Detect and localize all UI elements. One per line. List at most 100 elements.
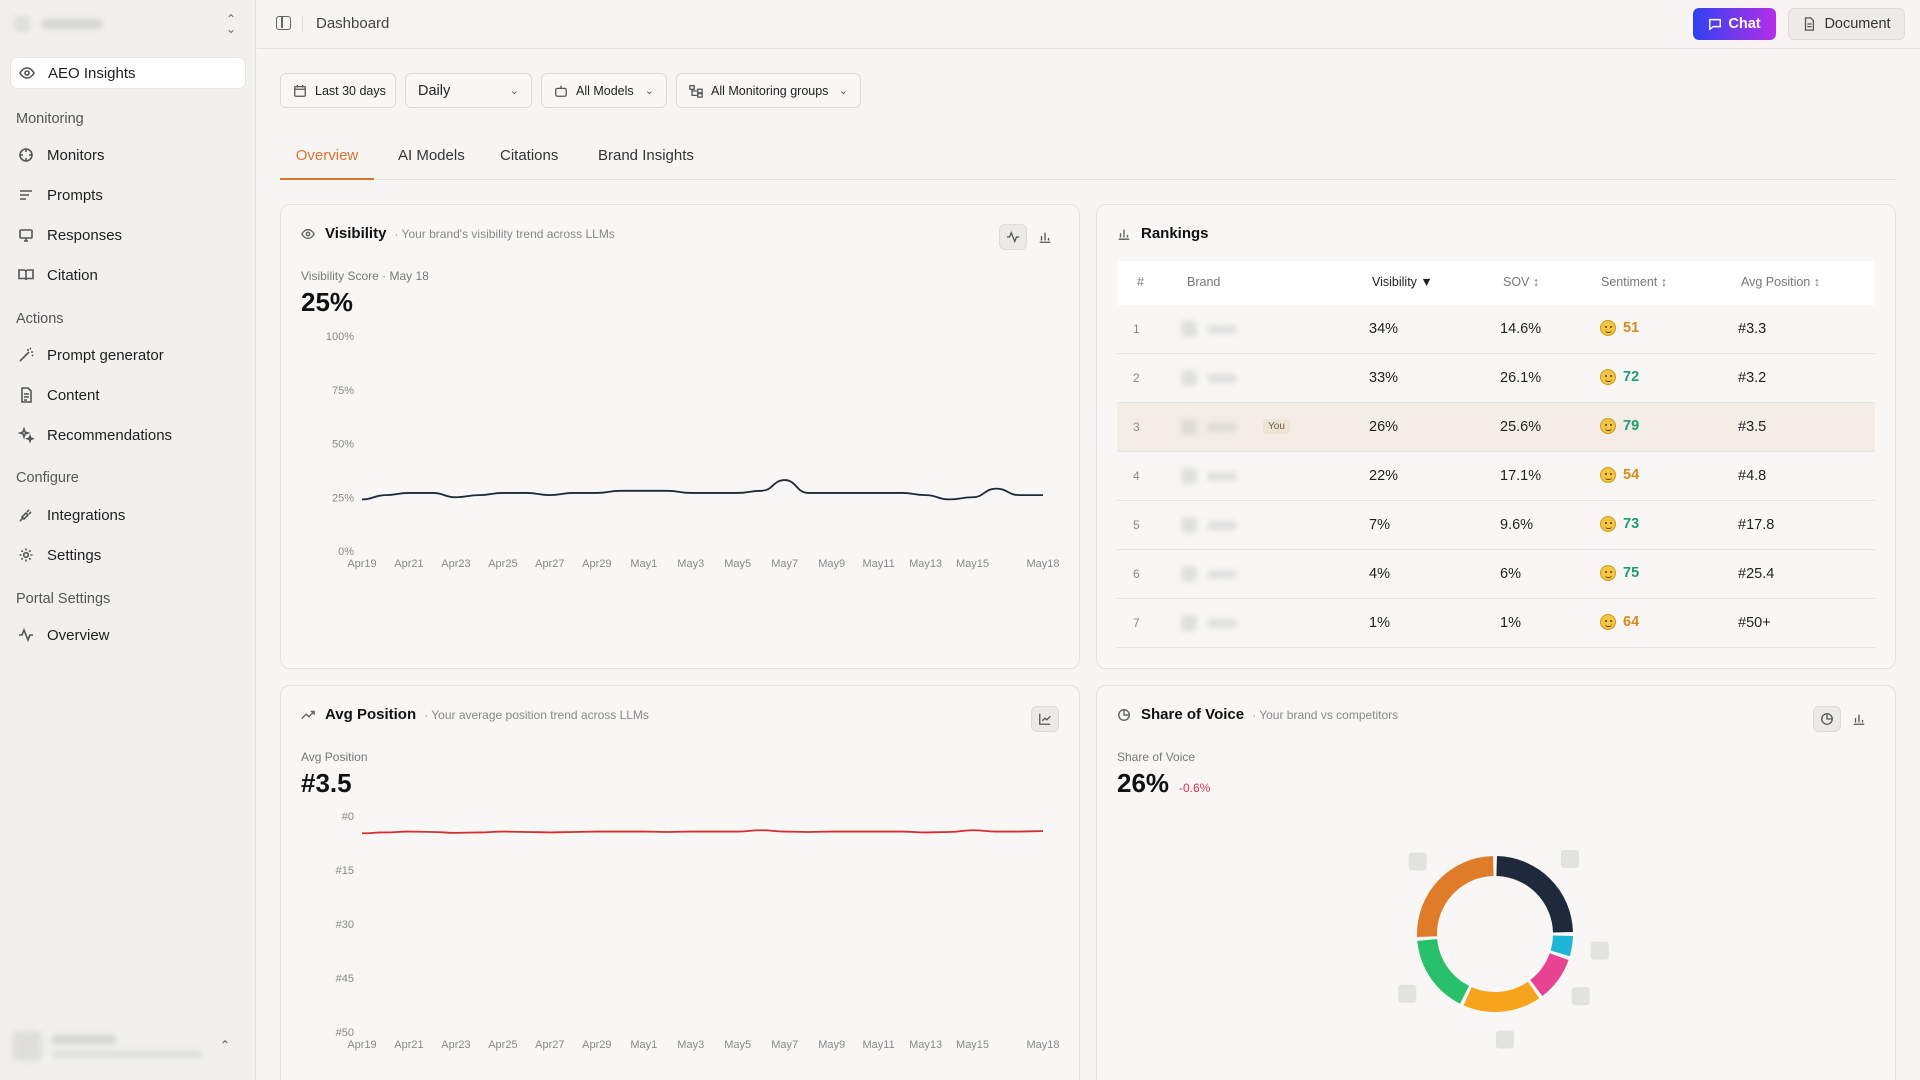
sidebar-item-responses[interactable]: Responses [10, 219, 246, 251]
avg-position-cell: #3.3 [1738, 321, 1767, 337]
brand-logo-placeholder [1571, 987, 1590, 1006]
column-header-sov[interactable]: SOV ↕ [1503, 275, 1539, 289]
donut-slice [1550, 935, 1573, 957]
divider [302, 16, 303, 32]
brand-name [1207, 569, 1237, 579]
table-row[interactable]: 6 4% 6% 75 #25.4 [1117, 550, 1875, 599]
brand-name [1207, 373, 1237, 383]
table-row[interactable]: 2 33% 26.1% 72 #3.2 [1117, 354, 1875, 403]
brand-logo-placeholder [1408, 852, 1427, 871]
tab-ai-models[interactable]: AI Models [398, 147, 465, 180]
donut-slice [1530, 953, 1569, 996]
brand-name [1207, 422, 1237, 432]
series-line [361, 829, 1044, 835]
visibility-cell: 33% [1369, 370, 1399, 386]
chat-button[interactable]: Chat [1693, 8, 1776, 40]
document-button[interactable]: Document [1788, 8, 1905, 40]
sidebar-item-label: Overview [47, 626, 110, 644]
visibility-line-chart: 100% 75% 50% 25% 0%Apr19 Apr21 Apr23 Apr25 Apr27… [326, 331, 1060, 570]
rank-cell: 4 [1133, 469, 1140, 483]
sidebar-section-title: Configure [16, 470, 79, 486]
column-header-avg-position[interactable]: Avg Position ↕ [1741, 275, 1820, 289]
donut-slice [1417, 939, 1470, 1004]
models-filter[interactable]: All Models ⌄ [541, 73, 667, 108]
avg-position-cell: #4.8 [1738, 468, 1767, 484]
x-tick-label: Apr25 [488, 1039, 517, 1051]
tab-brand-insights[interactable]: Brand Insights [598, 147, 694, 180]
sidebar-item-prompt-generator[interactable]: Prompt generator [10, 339, 246, 371]
chevron-up-icon[interactable]: ⌃ [220, 1038, 230, 1052]
x-tick-label: May1 [630, 558, 657, 570]
table-row[interactable]: 3 You 26% 25.6% 79 #3.5 [1117, 403, 1875, 452]
sidebar-item-label: AEO Insights [48, 64, 136, 82]
smiley-icon [1600, 418, 1616, 434]
sidebar-item-label: Prompt generator [47, 346, 164, 364]
sidebar-item-prompts[interactable]: Prompts [10, 179, 246, 211]
table-row[interactable]: 7 1% 1% 64 #50+ [1117, 599, 1875, 648]
x-tick-label: May7 [771, 1039, 798, 1051]
tab-overview[interactable]: Overview [280, 147, 374, 180]
sentiment-cell: 54 [1600, 467, 1639, 483]
table-row[interactable]: 4 22% 17.1% 54 #4.8 [1117, 452, 1875, 501]
granularity-select[interactable]: Daily ⌄ [405, 73, 532, 108]
sidebar-toggle-icon[interactable] [276, 16, 291, 30]
sidebar-item-monitors[interactable]: Monitors [10, 139, 246, 171]
visibility-cell: 22% [1369, 468, 1399, 484]
user-menu[interactable]: ⌃ [12, 1026, 238, 1066]
table-row[interactable]: 1 34% 14.6% 51 #3.3 [1117, 305, 1875, 354]
brand-cell [1181, 321, 1237, 337]
sidebar-section-title: Portal Settings [16, 591, 111, 607]
x-tick-label: Apr27 [535, 1039, 564, 1051]
sentiment-cell: 73 [1600, 516, 1639, 532]
column-header-visibility[interactable]: Visibility ▼ [1372, 275, 1433, 289]
sidebar-item-label: Content [47, 386, 100, 404]
x-tick-label: May15 [956, 558, 989, 570]
sidebar-item-settings[interactable]: Settings [10, 539, 246, 571]
sidebar-item-overview[interactable]: Overview [10, 619, 246, 651]
x-tick-label: May11 [863, 558, 895, 570]
monitoring-groups-filter[interactable]: All Monitoring groups ⌄ [676, 73, 861, 108]
share-of-voice-card: Share of Voice · Your brand vs competito… [1096, 685, 1896, 1080]
workspace-switcher[interactable] [14, 12, 236, 36]
donut-slice [1496, 856, 1573, 933]
brand-cell [1181, 419, 1237, 435]
sentiment-score: 64 [1623, 614, 1640, 630]
visibility-cell: 34% [1369, 321, 1399, 337]
activity-icon [19, 627, 33, 643]
y-tick-label: #45 [336, 973, 354, 985]
avg-position-cell: #3.5 [1738, 419, 1767, 435]
table-header: # Brand Visibility ▼ SOV ↕ Sentiment ↕ A… [1117, 261, 1875, 305]
x-tick-label: May7 [771, 558, 798, 570]
rankings-card: Rankings # Brand Visibility ▼ SOV ↕ Sent… [1096, 204, 1896, 669]
brand-cell [1181, 566, 1237, 582]
x-tick-label: May13 [909, 558, 942, 570]
date-range-filter[interactable]: Last 30 days [280, 73, 396, 108]
crosshair-icon [19, 148, 33, 162]
avg-position-cell: #50+ [1738, 615, 1771, 631]
sidebar-item-aeo-insights[interactable]: AEO Insights [10, 57, 246, 89]
tree-icon [689, 84, 703, 98]
sidebar-item-content[interactable]: Content [10, 379, 246, 411]
series-line [361, 479, 1043, 501]
table-row[interactable]: 5 7% 9.6% 73 #17.8 [1117, 501, 1875, 550]
sov-cell: 14.6% [1500, 321, 1542, 337]
y-tick-label: 25% [332, 492, 354, 504]
sidebar-item-citation[interactable]: Citation [10, 259, 246, 291]
column-header: # [1137, 275, 1144, 289]
models-value: All Models [576, 83, 634, 98]
x-tick-label: May9 [818, 558, 845, 570]
y-tick-label: 75% [332, 385, 354, 397]
sparkles-icon [18, 427, 34, 443]
x-tick-label: Apr29 [582, 1039, 611, 1051]
smiley-icon [1600, 369, 1616, 385]
sidebar-section-title: Actions [16, 311, 64, 327]
sidebar-item-integrations[interactable]: Integrations [10, 499, 246, 531]
column-header-sentiment[interactable]: Sentiment ↕ [1601, 275, 1667, 289]
tab-citations[interactable]: Citations [500, 147, 558, 180]
brand-logo [1181, 615, 1197, 631]
sidebar-item-recommendations[interactable]: Recommendations [10, 419, 246, 451]
sov-cell: 25.6% [1500, 419, 1542, 435]
y-tick-label: 100% [326, 331, 354, 343]
sentiment-score: 79 [1623, 418, 1640, 434]
y-tick-label: 0% [338, 546, 354, 558]
